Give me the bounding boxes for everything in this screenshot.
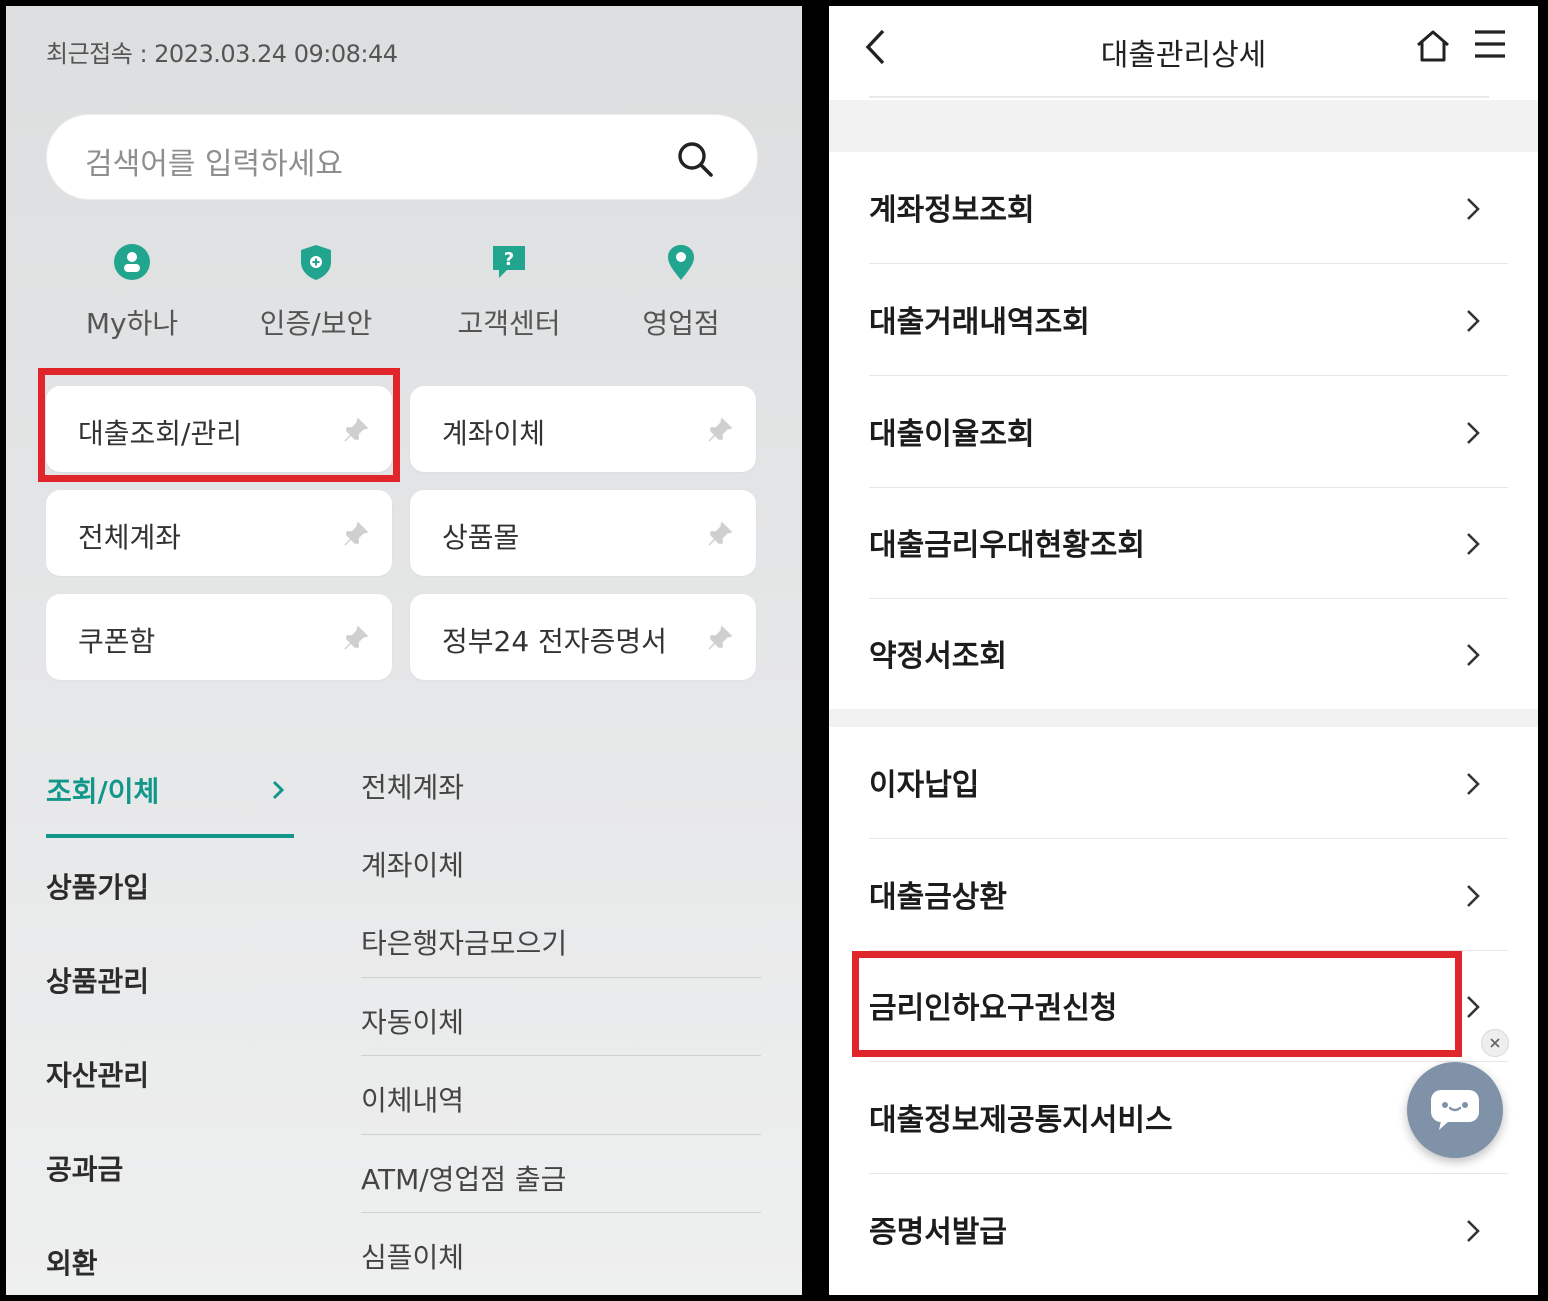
- sub-item-transfer[interactable]: 계좌이체: [361, 844, 464, 884]
- chevron-right-icon: [1467, 644, 1480, 666]
- top-bar: 대출관리상세: [829, 6, 1538, 98]
- shortcut-label: 쿠폰함: [78, 625, 156, 658]
- search-icon[interactable]: [675, 139, 715, 179]
- svg-text:?: ?: [504, 249, 514, 270]
- shortcut-label: 계좌이체: [442, 417, 546, 450]
- sub-item-all-accounts[interactable]: 전체계좌: [361, 766, 464, 806]
- sub-item-simple-transfer[interactable]: 심플이체: [361, 1236, 464, 1276]
- menu-row-loan-repayment[interactable]: 대출금상환: [829, 839, 1538, 951]
- quick-branch[interactable]: 영업점: [596, 242, 766, 342]
- menu-row-interest-payment[interactable]: 이자납입: [829, 727, 1538, 839]
- shortcut-label: 상품몰: [442, 521, 520, 554]
- pin-icon[interactable]: [342, 624, 370, 652]
- chevron-right-icon: [1467, 198, 1480, 220]
- menu-row-label: 대출이율조회: [869, 417, 1035, 452]
- header-divider: [869, 96, 1489, 98]
- active-category-underline: [46, 834, 294, 838]
- menu-row-label: 대출금리우대현황조회: [869, 528, 1145, 563]
- sub-item-other-bank-collect[interactable]: 타은행자금모으기: [361, 922, 567, 962]
- divider: [361, 1134, 761, 1135]
- shortcut-all-accounts[interactable]: 전체계좌: [46, 490, 392, 576]
- pin-icon[interactable]: [342, 520, 370, 548]
- last-access-time: 최근접속 : 2023.03.24 09:08:44: [46, 40, 398, 68]
- menu-row-certificate-issue[interactable]: 증명서발급: [829, 1174, 1538, 1286]
- sub-item-atm-withdrawal[interactable]: ATM/영업점 출금: [361, 1158, 566, 1198]
- sub-item-auto-transfer[interactable]: 자동이체: [361, 1001, 464, 1041]
- home-icon[interactable]: [1415, 28, 1451, 64]
- quick-label: 고객센터: [457, 307, 561, 340]
- highlight-box-rate-cut-request: [852, 951, 1462, 1057]
- quick-customer-center[interactable]: ? 고객센터: [424, 242, 594, 342]
- chevron-right-icon: [1467, 1220, 1480, 1242]
- search-input[interactable]: 검색어를 입력하세요: [85, 139, 343, 183]
- chevron-right-icon: [1467, 885, 1480, 907]
- chevron-right-icon: [1467, 310, 1480, 332]
- location-pin-icon: [668, 245, 694, 280]
- divider: [361, 977, 761, 978]
- section-gap: [829, 100, 1538, 152]
- chatbot-button[interactable]: [1407, 1062, 1503, 1158]
- menu-row-account-info[interactable]: 계좌정보조회: [829, 152, 1538, 264]
- hamburger-menu-icon[interactable]: [1473, 28, 1507, 60]
- shortcut-gov24-certificate[interactable]: 정부24 전자증명서: [410, 594, 756, 680]
- category-product-manage[interactable]: 상품관리: [46, 960, 149, 1000]
- shield-icon: [301, 245, 331, 280]
- person-icon: [114, 244, 150, 280]
- left-panel-all-menu: 최근접속 : 2023.03.24 09:08:44 검색어를 입력하세요 My…: [6, 6, 802, 1295]
- chevron-right-icon: [1467, 773, 1480, 795]
- chatbot-close-button[interactable]: [1481, 1029, 1509, 1057]
- pin-icon[interactable]: [706, 624, 734, 652]
- menu-row-label: 계좌정보조회: [869, 193, 1035, 228]
- pin-icon[interactable]: [706, 416, 734, 444]
- quick-my-hana[interactable]: My하나: [47, 242, 217, 342]
- quick-label: 영업점: [642, 307, 720, 340]
- close-icon: [1490, 1038, 1500, 1048]
- category-utility-bills[interactable]: 공과금: [46, 1148, 123, 1188]
- menu-row-loan-rate[interactable]: 대출이율조회: [829, 376, 1538, 488]
- shortcut-label: 정부24 전자증명서: [442, 625, 667, 658]
- category-asset-manage[interactable]: 자산관리: [46, 1054, 149, 1094]
- pin-icon[interactable]: [706, 520, 734, 548]
- search-bar[interactable]: 검색어를 입력하세요: [46, 114, 758, 200]
- category-product-join[interactable]: 상품가입: [46, 866, 149, 906]
- section-gap: [829, 709, 1538, 727]
- help-chat-icon: ?: [493, 246, 525, 278]
- shortcut-coupon-box[interactable]: 쿠폰함: [46, 594, 392, 680]
- quick-label: My하나: [85, 307, 179, 340]
- menu-row-label: 증명서발급: [869, 1215, 1007, 1250]
- menu-row-label: 대출거래내역조회: [869, 305, 1090, 340]
- chat-bubble-icon: [1431, 1090, 1479, 1130]
- menu-row-label: 대출금상환: [869, 880, 1007, 915]
- divider: [361, 1055, 761, 1056]
- sub-item-transfer-history[interactable]: 이체내역: [361, 1079, 464, 1119]
- highlight-box-loan-inquiry: [38, 368, 400, 482]
- chevron-right-icon: [1467, 996, 1480, 1018]
- shortcut-transfer[interactable]: 계좌이체: [410, 386, 756, 472]
- chevron-right-icon: [1467, 422, 1480, 444]
- menu-row-rate-discount-status[interactable]: 대출금리우대현황조회: [829, 487, 1538, 599]
- chevron-right-icon: [272, 780, 285, 800]
- chevron-right-icon: [1467, 533, 1480, 555]
- divider: [361, 1212, 761, 1213]
- quick-label: 인증/보안: [259, 307, 373, 340]
- shortcut-product-mall[interactable]: 상품몰: [410, 490, 756, 576]
- shortcut-label: 전체계좌: [78, 521, 182, 554]
- category-inquiry-transfer[interactable]: 조회/이체: [46, 770, 159, 810]
- right-panel-loan-detail: 대출관리상세 계좌정보조회 대출거래내역조회 대출이율조회 대출금리우대현황조회…: [829, 6, 1538, 1295]
- menu-row-agreement[interactable]: 약정서조회: [829, 598, 1538, 710]
- menu-row-label: 대출정보제공통지서비스: [869, 1103, 1173, 1138]
- menu-row-label: 이자납입: [869, 768, 980, 803]
- menu-row-loan-transactions[interactable]: 대출거래내역조회: [829, 264, 1538, 376]
- quick-auth-security[interactable]: 인증/보안: [231, 242, 401, 342]
- menu-row-label: 약정서조회: [869, 639, 1007, 674]
- category-foreign-exchange[interactable]: 외환: [46, 1242, 98, 1282]
